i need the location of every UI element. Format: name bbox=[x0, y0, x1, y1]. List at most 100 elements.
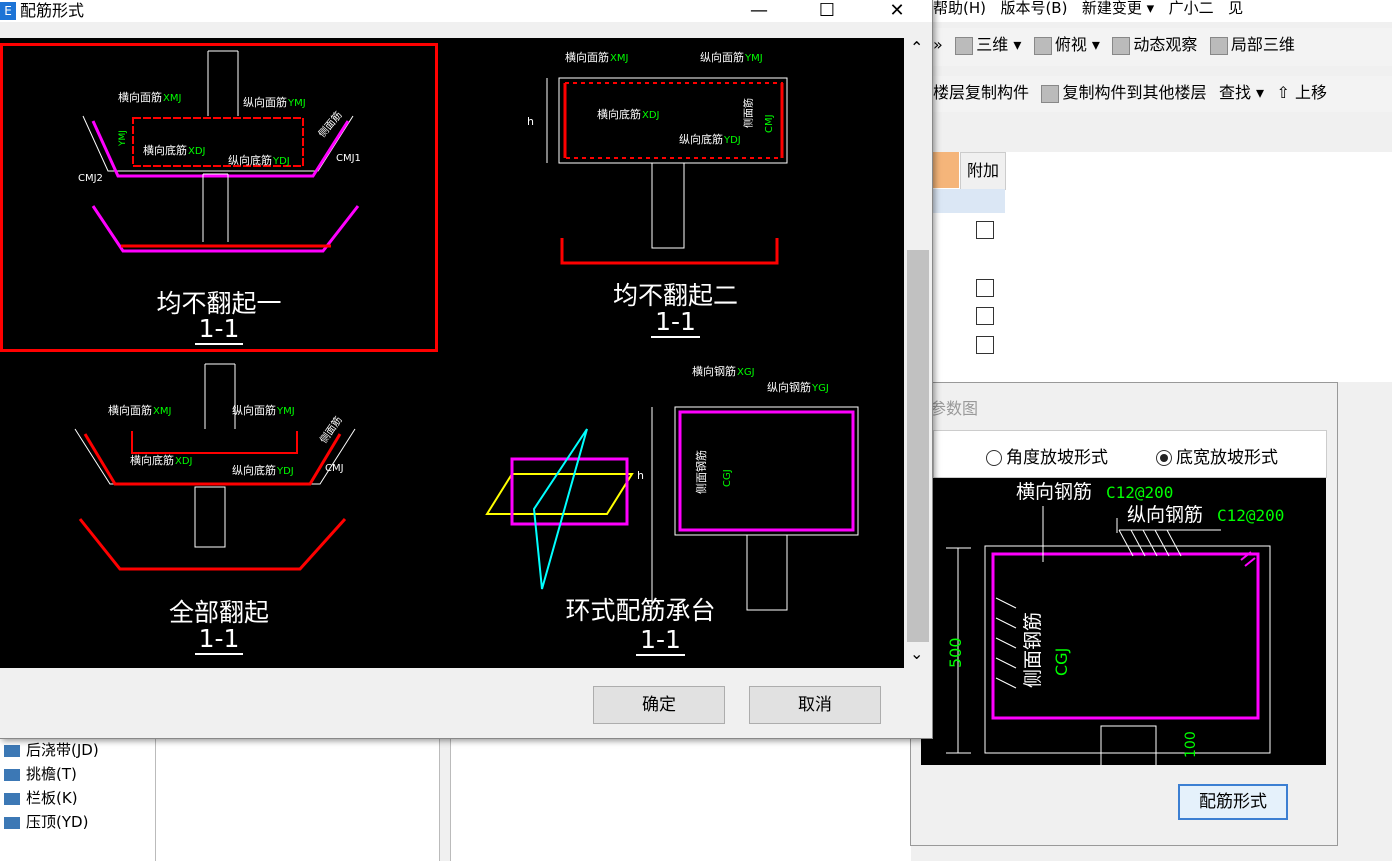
tree-item-coping[interactable]: 压顶(YD) bbox=[0, 810, 155, 834]
close-button[interactable]: ✕ bbox=[874, 0, 920, 22]
radio-angle-slope[interactable]: 角度放坡形式 bbox=[986, 443, 1108, 468]
tree-item-post-pour[interactable]: 后浇带(JD) bbox=[0, 738, 155, 762]
copy-icon bbox=[1041, 84, 1060, 103]
c-top1c: XMJ bbox=[153, 406, 171, 417]
move-up-button[interactable]: ⇧ 上移 bbox=[1277, 76, 1328, 110]
radio-width-slope[interactable]: 底宽放坡形式 bbox=[1156, 443, 1278, 468]
a-bot2: 纵向底筋 bbox=[228, 153, 272, 167]
minimize-button[interactable]: — bbox=[736, 0, 782, 22]
option-grid: 横向面筋 XMJ 纵向面筋 YMJ 横向底筋 XDJ 纵向底筋 YDJ CMJ2… bbox=[0, 38, 904, 668]
b-bot2c: YDJ bbox=[723, 135, 741, 146]
panel-title: 参数图 bbox=[930, 399, 979, 418]
toolbar-overflow[interactable]: » bbox=[933, 28, 943, 62]
option-ring-cap[interactable]: h 横向钢筋 XGJ 纵向钢筋 YGJ 侧面钢筋 CGJ 环式配筋承台 1-1 bbox=[447, 359, 904, 668]
preview-side-code: CGJ bbox=[1052, 648, 1071, 676]
b-top1: 横向面筋 bbox=[565, 50, 609, 64]
local-3d-icon bbox=[1209, 36, 1228, 55]
b-top2: 纵向面筋 bbox=[700, 50, 744, 64]
c-top2c: YMJ bbox=[276, 406, 295, 417]
table-selected-row[interactable] bbox=[933, 189, 1005, 213]
top-view-icon bbox=[1033, 36, 1052, 55]
dialog-titlebar[interactable]: E 配筋形式 — ☐ ✕ bbox=[0, 0, 932, 22]
menu-extra[interactable]: 见 bbox=[1228, 0, 1243, 16]
c-top2: 纵向面筋 bbox=[232, 403, 276, 417]
menu-new-change[interactable]: 新建变更 ▾ bbox=[1082, 0, 1154, 16]
radio-off-icon bbox=[986, 450, 1002, 466]
copy-floor-button[interactable]: 楼层复制构件 bbox=[933, 76, 1029, 110]
option-no-bend-2[interactable]: h 横向面筋 XMJ 纵向面筋 YMJ 横向底筋 XDJ 纵向底筋 YDJ 侧面… bbox=[447, 43, 904, 352]
preview-height: 500 bbox=[946, 637, 965, 668]
attach-checkbox-1[interactable] bbox=[976, 221, 994, 239]
a-top2c: YMJ bbox=[287, 98, 306, 109]
3d-view-button[interactable]: 三维 ▾ bbox=[955, 28, 1021, 62]
local-3d-button[interactable]: 局部三维 bbox=[1209, 28, 1295, 62]
c-bot1: 横向底筋 bbox=[130, 453, 174, 467]
b-top1c: XMJ bbox=[610, 53, 628, 64]
preview-top-value: C12@200 bbox=[1106, 483, 1173, 502]
component-tree: 后浇带(JD) 挑檐(T) 栏板(K) 压顶(YD) bbox=[0, 738, 155, 861]
attach-checkbox-3[interactable] bbox=[976, 307, 994, 325]
b-top2c: YMJ bbox=[744, 53, 763, 64]
copy-to-floors-button[interactable]: 复制构件到其他楼层 bbox=[1041, 76, 1206, 110]
a-cmj1: CMJ1 bbox=[336, 153, 361, 164]
menu-version[interactable]: 版本号(B) bbox=[1000, 0, 1067, 16]
d-top1c: XGJ bbox=[737, 367, 755, 378]
rebar-preview: 横向钢筋 C12@200 纵向钢筋 C12@200 500 侧面钢筋 CGJ 1… bbox=[921, 478, 1326, 765]
slope-mode-group: 角度放坡形式 底宽放坡形式 bbox=[933, 430, 1327, 478]
b-side: 侧面筋 bbox=[742, 98, 755, 128]
orbit-button[interactable]: 动态观察 bbox=[1112, 28, 1197, 62]
b-bot2: 纵向底筋 bbox=[679, 132, 723, 146]
cancel-button[interactable]: 取消 bbox=[749, 686, 881, 724]
up-arrow-icon: ⇧ bbox=[1276, 83, 1296, 102]
eave-icon bbox=[4, 768, 20, 781]
parapet-icon bbox=[4, 792, 20, 805]
attach-checkbox-4[interactable] bbox=[976, 336, 994, 354]
preview-bottom: 100 bbox=[1183, 731, 1199, 758]
a-top2: 纵向面筋 bbox=[243, 95, 287, 109]
rebar-form-dialog: E 配筋形式 — ☐ ✕ 横向面筋 XMJ 纵向面筋 YMJ 横向底筋 XDJ … bbox=[0, 0, 933, 739]
option-section: 1-1 bbox=[447, 625, 889, 656]
option-all-bend[interactable]: 横向面筋 XMJ 纵向面筋 YMJ 横向底筋 XDJ 纵向底筋 YDJ CMJ … bbox=[0, 359, 438, 668]
preview-side-label: 侧面钢筋 bbox=[1022, 612, 1044, 688]
top-view-button[interactable]: 俯视 ▾ bbox=[1033, 28, 1100, 62]
rebar-form-button[interactable]: 配筋形式 bbox=[1178, 784, 1288, 820]
property-table: 附加 bbox=[933, 152, 1392, 382]
a-bot1: 横向底筋 bbox=[143, 143, 187, 157]
scroll-thumb[interactable] bbox=[907, 250, 929, 642]
tree-item-parapet[interactable]: 栏板(K) bbox=[0, 786, 155, 810]
orbit-icon bbox=[1112, 36, 1131, 55]
scroll-down-icon[interactable]: ⌄ bbox=[910, 644, 923, 663]
find-button[interactable]: 查找 ▾ bbox=[1219, 76, 1264, 110]
d-cgj: CGJ bbox=[722, 469, 733, 487]
preview-long-label: 纵向钢筋 bbox=[1127, 504, 1203, 526]
menu-assistant[interactable]: 广小二 bbox=[1169, 0, 1214, 16]
a-bot1c: XDJ bbox=[188, 146, 206, 157]
option-title: 环式配筋承台 bbox=[565, 596, 716, 625]
c-bot2c: YDJ bbox=[276, 466, 294, 477]
coping-icon bbox=[4, 816, 20, 829]
a-bot2c: YDJ bbox=[272, 156, 290, 167]
d-h: h bbox=[637, 469, 644, 482]
tree-item-eave[interactable]: 挑檐(T) bbox=[0, 762, 155, 786]
menu-help[interactable]: 帮助(H) bbox=[933, 0, 986, 16]
view-toolbar: » 三维 ▾ 俯视 ▾ 动态观察 局部三维 bbox=[933, 28, 1392, 66]
scroll-up-icon[interactable]: ⌃ bbox=[910, 38, 923, 57]
attach-checkbox-2[interactable] bbox=[976, 279, 994, 297]
table-header-cell bbox=[933, 152, 959, 188]
option-no-bend-1[interactable]: 横向面筋 XMJ 纵向面筋 YMJ 横向底筋 XDJ 纵向底筋 YDJ CMJ2… bbox=[0, 43, 438, 352]
app-menubar: 帮助(H) 版本号(B) 新建变更 ▾ 广小二 见 bbox=[933, 0, 1392, 22]
bg-pane-2 bbox=[450, 738, 911, 861]
b-h: h bbox=[527, 115, 534, 128]
b-bot1c: XDJ bbox=[642, 110, 660, 121]
option-section: 1-1 bbox=[0, 624, 438, 655]
c-top1: 横向面筋 bbox=[108, 403, 152, 417]
d-side: 侧面钢筋 bbox=[694, 450, 708, 494]
b-cmj: CMJ bbox=[764, 114, 775, 133]
maximize-button[interactable]: ☐ bbox=[804, 0, 850, 22]
c-bot1c: XDJ bbox=[175, 456, 193, 467]
post-pour-icon bbox=[4, 744, 20, 757]
radio-on-icon bbox=[1156, 450, 1172, 466]
ok-button[interactable]: 确定 bbox=[593, 686, 725, 724]
cube-icon bbox=[955, 36, 974, 55]
option-section: 1-1 bbox=[3, 314, 435, 345]
